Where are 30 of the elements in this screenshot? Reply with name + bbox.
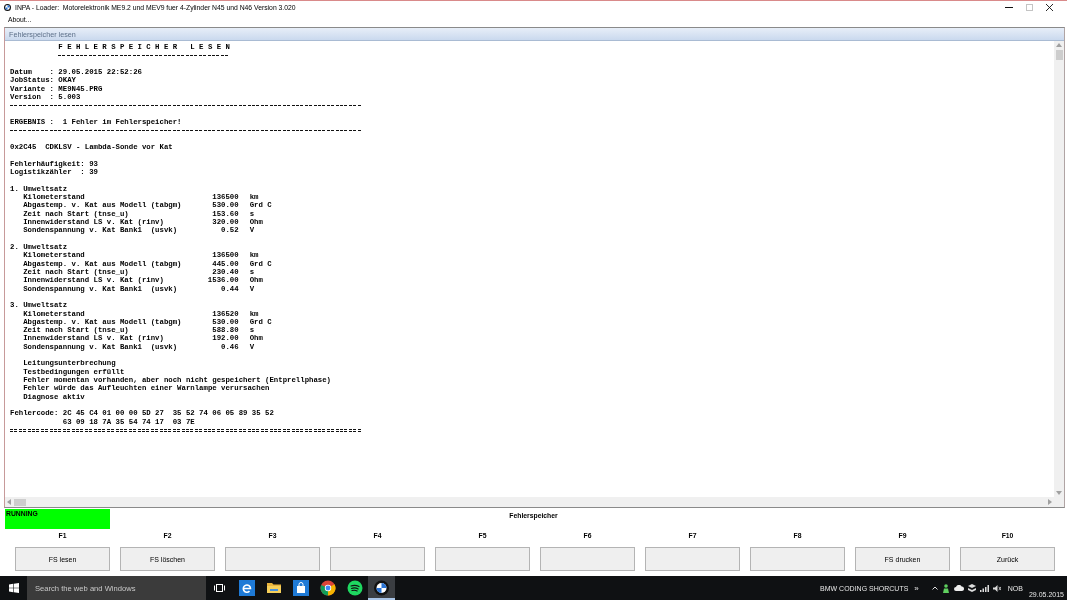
caret-right-icon[interactable] xyxy=(1048,499,1052,505)
function-button[interactable] xyxy=(225,547,320,571)
cloud-icon[interactable] xyxy=(953,585,964,591)
roundel-icon[interactable] xyxy=(368,576,395,600)
function-button[interactable] xyxy=(645,547,740,571)
caret-left-icon[interactable] xyxy=(7,499,11,505)
close-icon[interactable] xyxy=(1045,4,1053,11)
folder-icon[interactable] xyxy=(265,580,282,596)
function-button[interactable] xyxy=(540,547,635,571)
speaker-icon[interactable] xyxy=(992,584,1001,592)
sound-waves-icon[interactable] xyxy=(346,580,363,596)
windows-logo-icon[interactable] xyxy=(8,583,19,593)
caret-up-icon[interactable] xyxy=(931,586,938,590)
function-button[interactable] xyxy=(330,547,425,571)
network-icon[interactable] xyxy=(979,584,989,592)
task-view-icon[interactable] xyxy=(214,584,225,592)
vertical-scrollbar[interactable] xyxy=(1054,41,1064,497)
shopping-bag-icon[interactable] xyxy=(292,580,309,596)
caret-down-icon[interactable] xyxy=(1056,491,1062,495)
layers-icon[interactable] xyxy=(967,584,976,592)
browser-icon[interactable] xyxy=(238,580,255,596)
scroll-thumb[interactable] xyxy=(14,498,26,506)
figure-icon[interactable] xyxy=(941,583,950,593)
ring-logo-icon[interactable] xyxy=(319,580,336,596)
scroll-thumb[interactable] xyxy=(1055,50,1063,60)
function-button[interactable] xyxy=(435,547,530,571)
roundel-icon xyxy=(4,4,11,11)
horizontal-scrollbar[interactable] xyxy=(5,497,1064,507)
expand-button[interactable]: » xyxy=(911,583,922,593)
function-button[interactable] xyxy=(750,547,845,571)
